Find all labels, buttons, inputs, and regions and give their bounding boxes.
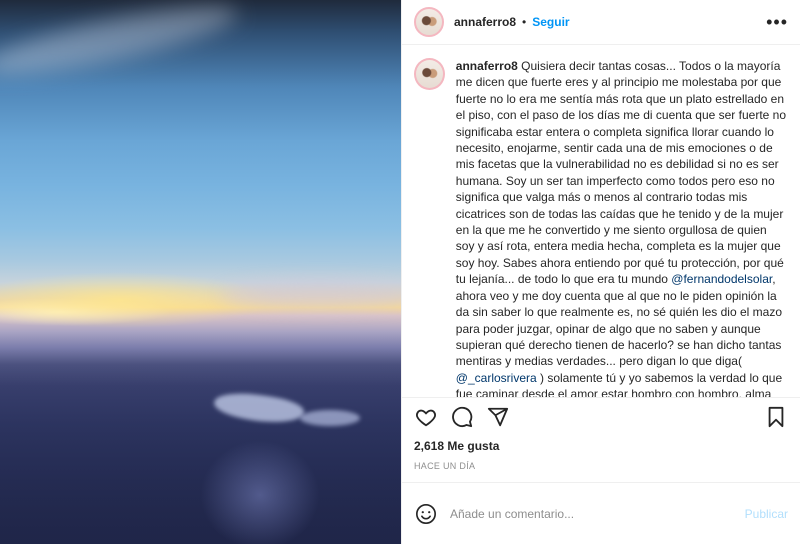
username-link[interactable]: annaferro8: [454, 15, 516, 29]
photo-lake: [300, 410, 360, 426]
separator-dot: •: [522, 15, 527, 29]
add-comment-bar: Publicar: [402, 483, 800, 544]
post-actions: [402, 398, 800, 436]
avatar[interactable]: [414, 7, 444, 37]
post-header: annaferro8 • Seguir •••: [402, 0, 800, 45]
bookmark-icon[interactable]: [764, 405, 788, 429]
caption-avatar[interactable]: [414, 58, 445, 90]
post-side-panel: annaferro8 • Seguir ••• annaferro8 Quisi…: [401, 0, 800, 544]
heart-icon[interactable]: [414, 405, 438, 429]
post-timestamp[interactable]: HACE UN DÍA: [402, 456, 800, 483]
more-options-icon[interactable]: •••: [766, 13, 788, 31]
mention-link[interactable]: @_carlosrivera: [456, 371, 537, 385]
caption-username[interactable]: annaferro8: [456, 59, 518, 73]
emoji-icon[interactable]: [414, 502, 438, 526]
share-icon[interactable]: [486, 405, 510, 429]
caption-text: , ahora veo y me doy cuenta que al que n…: [455, 272, 782, 369]
instagram-post-modal: annaferro8 • Seguir ••• annaferro8 Quisi…: [0, 0, 800, 544]
comments-area[interactable]: annaferro8 Quisiera decir tantas cosas..…: [402, 45, 800, 398]
photo-cloud: [0, 0, 242, 87]
photo-cloud: [220, 280, 401, 310]
photo-flare: [200, 440, 320, 544]
mention-link[interactable]: @fernandodelsolar: [671, 272, 772, 286]
post-caption: annaferro8 Quisiera decir tantas cosas..…: [456, 58, 786, 397]
comment-input[interactable]: [448, 505, 745, 522]
follow-button[interactable]: Seguir: [532, 15, 569, 29]
caption-text: Quisiera decir tantas cosas... Todos o l…: [455, 59, 787, 287]
post-photo[interactable]: [0, 0, 401, 544]
publish-button[interactable]: Publicar: [745, 507, 788, 521]
comment-icon[interactable]: [450, 405, 474, 429]
likes-count[interactable]: 2,618 Me gusta: [402, 436, 800, 456]
